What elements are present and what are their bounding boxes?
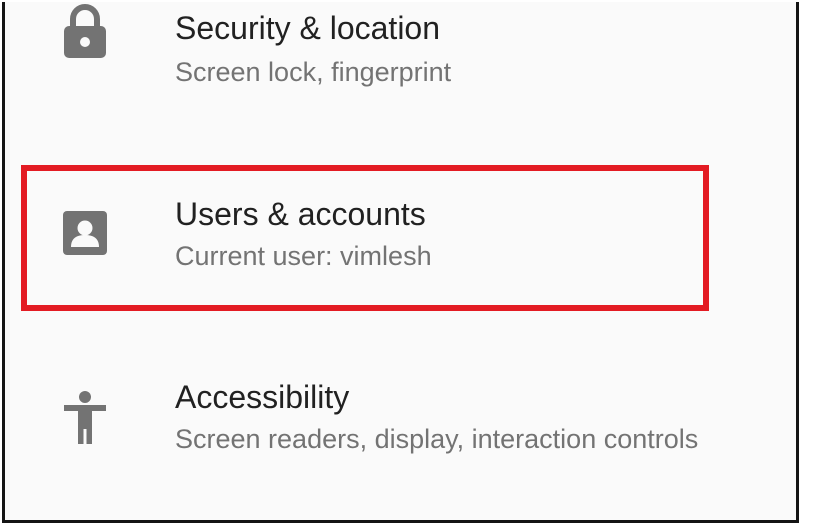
settings-item-summary: Current user: vimlesh [175,241,432,271]
settings-item-summary: Screen lock, fingerprint [175,57,452,87]
settings-item-accessibility[interactable]: Accessibility Screen readers, display, i… [5,342,796,492]
accessibility-icon [57,390,113,446]
settings-item-users-accounts[interactable]: Users & accounts Current user: vimlesh [5,160,796,310]
settings-list: Security & location Screen lock, fingerp… [2,2,799,523]
account-box-icon [57,205,113,261]
settings-item-summary: Screen readers, display, interaction con… [175,424,699,454]
settings-item-title: Users & accounts [175,196,426,232]
lock-icon [57,2,113,58]
settings-item-title: Security & location [175,10,441,46]
settings-item-security-location[interactable]: Security & location Screen lock, fingerp… [5,2,796,130]
settings-item-title: Accessibility [175,379,350,415]
